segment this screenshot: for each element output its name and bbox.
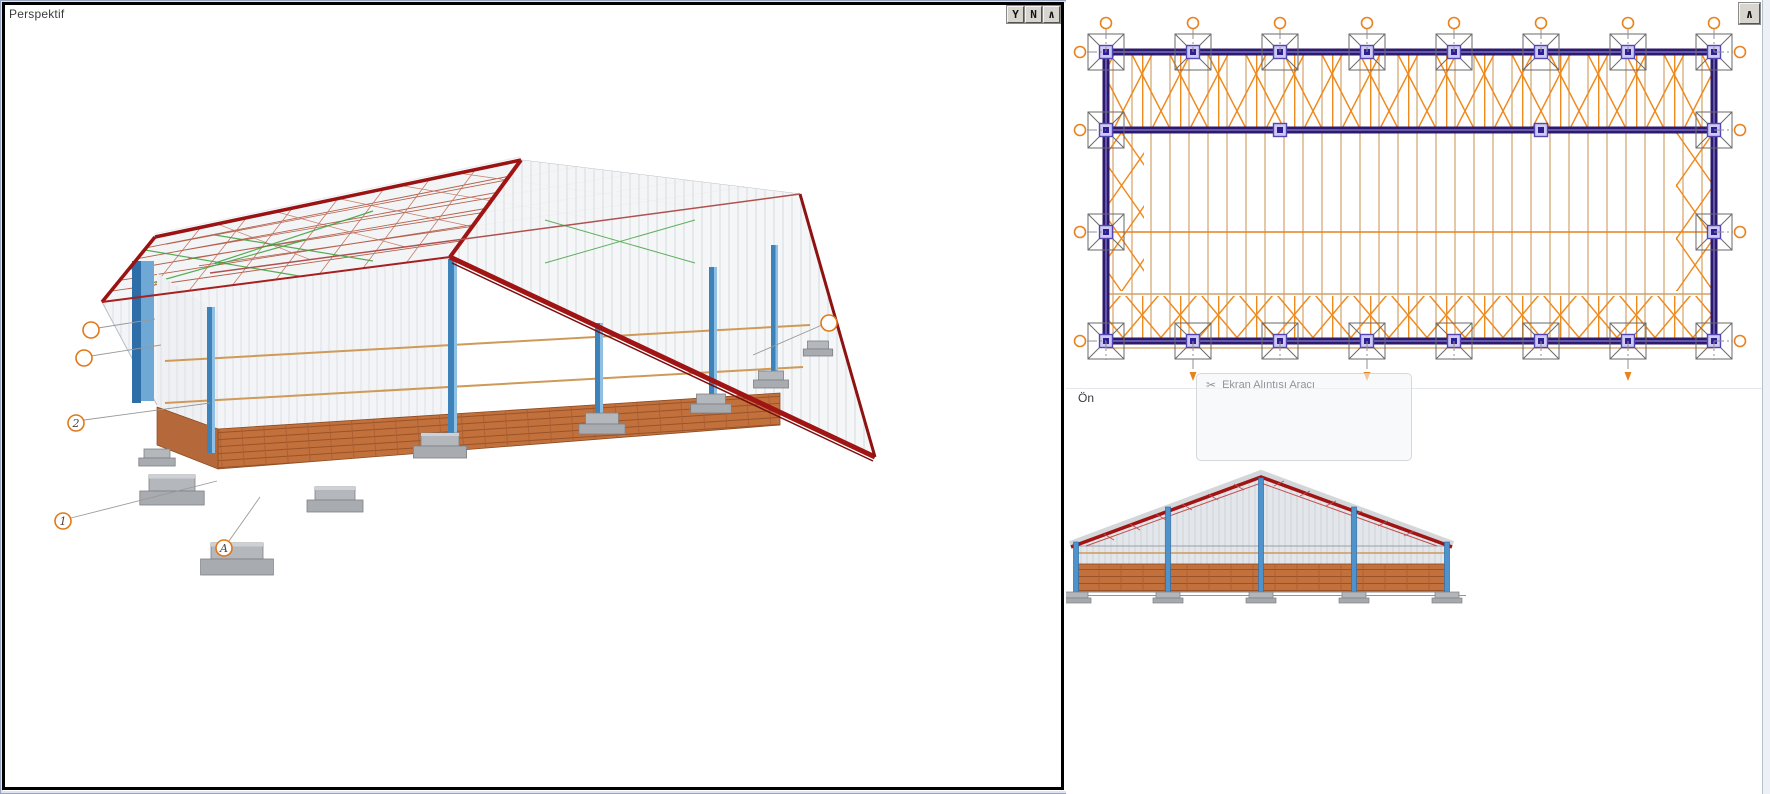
view-button-up[interactable]: ∧: [1043, 6, 1060, 23]
axis-label-2: 2: [72, 417, 80, 430]
app-window: Perspektif Y N ∧: [0, 0, 1770, 794]
plan-canvas[interactable]: [1066, 0, 1760, 392]
elevation-drawing: [1066, 473, 1466, 603]
scissors-icon: ✂: [1206, 379, 1216, 391]
perspective-title: Perspektif: [9, 7, 64, 21]
elevation-canvas[interactable]: [1066, 388, 1760, 792]
plan-view-buttons: ∧: [1739, 3, 1760, 24]
building-3d: [102, 157, 875, 575]
window-right-edge: [1762, 0, 1770, 794]
plan-drawing: [1075, 18, 1746, 382]
right-panel: ∧ Ön: [1066, 0, 1762, 794]
perspective-canvas[interactable]: 2 1 A: [5, 5, 1061, 786]
snipping-tool-label: Ekran Alıntısı Aracı: [1222, 379, 1315, 391]
view-button-n[interactable]: N: [1025, 6, 1042, 23]
view-button-y[interactable]: Y: [1007, 6, 1024, 23]
plan-button-up[interactable]: ∧: [1739, 3, 1760, 24]
front-view-title: Ön: [1078, 391, 1094, 405]
perspective-view-buttons: Y N ∧: [1007, 6, 1060, 23]
axis-label-1: 1: [60, 515, 67, 528]
axis-label-A: A: [219, 542, 228, 555]
viewport-perspective: Perspektif Y N ∧: [2, 2, 1064, 790]
elevation-footings: [1066, 592, 1462, 603]
snipping-tool-ghost-overlay: ✂ Ekran Alıntısı Aracı: [1196, 373, 1412, 461]
